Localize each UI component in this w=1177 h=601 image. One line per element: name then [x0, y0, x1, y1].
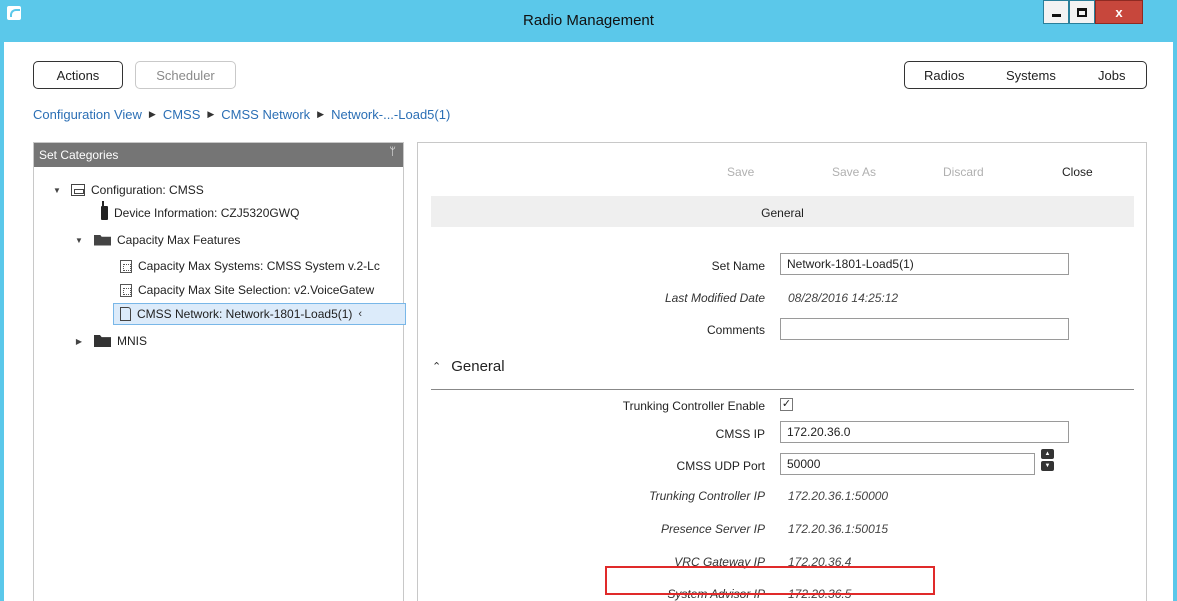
vrc-highlight-box — [605, 566, 935, 595]
breadcrumb-cmss-network[interactable]: CMSS Network — [221, 107, 310, 122]
discard-button[interactable]: Discard — [943, 165, 984, 179]
cmss-ip-label: CMSS IP — [715, 427, 765, 441]
tree-item-label: Capacity Max Systems: CMSS System v.2-Lc — [138, 259, 380, 273]
close-button[interactable]: Close — [1062, 165, 1093, 179]
udp-port-stepper[interactable]: ▲ ▼ — [1041, 449, 1054, 471]
panel-title: Set Categories — [39, 148, 119, 162]
section-title: General — [451, 358, 505, 375]
expand-right-icon[interactable]: ▶ — [73, 337, 85, 346]
section-general-header[interactable]: ⌃ General — [432, 358, 505, 375]
chevron-up-icon[interactable]: ▲ — [1041, 449, 1054, 459]
collapse-up-icon[interactable]: ⌃ — [432, 360, 441, 373]
nav-systems[interactable]: Systems — [1006, 68, 1056, 83]
trunking-enable-label: Trunking Controller Enable — [622, 399, 765, 413]
system-icon — [120, 283, 132, 297]
title-bar: Radio Management x — [0, 0, 1177, 42]
view-switcher: Radios Systems Jobs — [904, 61, 1147, 89]
section-divider — [431, 389, 1134, 390]
panel-header: Set Categories ᛘ — [34, 143, 403, 167]
presence-server-value: 172.20.36.1:50015 — [788, 522, 889, 536]
tree-item-label: CMSS Network: Network-1801-Load5(1) — [137, 307, 353, 321]
tree-item-label: MNIS — [117, 334, 147, 348]
tree-item-capacity-max-features[interactable]: ▼ Capacity Max Features — [73, 229, 240, 251]
breadcrumb-cmss[interactable]: CMSS — [163, 107, 201, 122]
set-name-label: Set Name — [711, 259, 765, 273]
breadcrumb-separator-icon: ▶ — [207, 109, 215, 119]
tree-item-configuration[interactable]: ▼ Configuration: CMSS — [51, 179, 204, 201]
maximize-icon — [1077, 7, 1087, 17]
presence-server-label: Presence Server IP — [660, 522, 765, 536]
config-icon — [71, 184, 85, 196]
check-icon: ✓ — [781, 398, 792, 410]
document-icon — [120, 307, 131, 321]
breadcrumb-separator-icon: ▶ — [148, 109, 156, 119]
tree-item-label: Capacity Max Features — [117, 233, 241, 247]
last-modified-label: Last Modified Date — [664, 291, 765, 305]
breadcrumb-network-set[interactable]: Network-...-Load5(1) — [331, 107, 450, 122]
udp-port-field[interactable] — [780, 453, 1035, 475]
comments-label: Comments — [706, 323, 765, 337]
nav-radios[interactable]: Radios — [924, 68, 964, 83]
pin-icon[interactable]: ᛘ — [389, 146, 396, 158]
window-title: Radio Management — [523, 12, 654, 29]
trunking-enable-checkbox[interactable]: ✓ — [780, 398, 793, 411]
nav-jobs[interactable]: Jobs — [1098, 68, 1125, 83]
tree-item-device-information[interactable]: Device Information: CZJ5320GWQ — [101, 201, 300, 224]
trunking-ip-label: Trunking Controller IP — [649, 489, 765, 503]
breadcrumb-configuration-view[interactable]: Configuration View — [33, 107, 142, 122]
save-as-button[interactable]: Save As — [832, 165, 876, 179]
set-categories-panel: Set Categories ᛘ ▼ Configuration: CMSS D… — [33, 142, 406, 601]
folder-open-icon — [94, 234, 111, 246]
tab-general[interactable]: General — [431, 196, 1134, 227]
breadcrumb-separator-icon: ▶ — [317, 109, 325, 119]
close-icon: x — [1115, 4, 1123, 20]
more-icon: ‹ — [358, 308, 363, 320]
set-name-field[interactable] — [780, 253, 1069, 275]
save-button[interactable]: Save — [727, 165, 754, 179]
radio-icon — [101, 201, 108, 220]
breadcrumb: Configuration View ▶ CMSS ▶ CMSS Network… — [33, 107, 450, 122]
scheduler-button[interactable]: Scheduler — [135, 61, 236, 89]
expand-down-icon[interactable]: ▼ — [51, 186, 63, 195]
close-window-button[interactable]: x — [1095, 0, 1143, 24]
trunking-ip-value: 172.20.36.1:50000 — [788, 489, 889, 503]
tree-item-cmss-network[interactable]: CMSS Network: Network-1801-Load5(1) ‹ — [113, 303, 406, 325]
cmss-ip-field[interactable] — [780, 421, 1069, 443]
chevron-down-icon[interactable]: ▼ — [1041, 461, 1054, 471]
tree-item-label: Capacity Max Site Selection: v2.VoiceGat… — [138, 283, 375, 297]
maximize-button[interactable] — [1069, 0, 1095, 24]
system-icon — [120, 259, 132, 273]
tree-item-label: Device Information: CZJ5320GWQ — [114, 206, 300, 220]
tree-item-capacity-max-systems[interactable]: Capacity Max Systems: CMSS System v.2-Lc — [120, 255, 380, 277]
minimize-button[interactable] — [1043, 0, 1069, 24]
minimize-icon — [1051, 13, 1061, 17]
folder-icon — [94, 335, 111, 347]
tree-item-capacity-max-site-selection[interactable]: Capacity Max Site Selection: v2.VoiceGat… — [120, 279, 374, 301]
actions-button[interactable]: Actions — [33, 61, 123, 89]
comments-field[interactable] — [780, 318, 1069, 340]
set-editor-panel: Save Save As Discard Close General Set N… — [417, 142, 1147, 601]
tree-item-label: Configuration: CMSS — [91, 183, 204, 197]
tree-item-mnis[interactable]: ▶ MNIS — [73, 330, 147, 352]
udp-port-label: CMSS UDP Port — [676, 459, 765, 473]
expand-down-icon[interactable]: ▼ — [73, 236, 85, 245]
last-modified-value: 08/28/2016 14:25:12 — [788, 291, 899, 305]
